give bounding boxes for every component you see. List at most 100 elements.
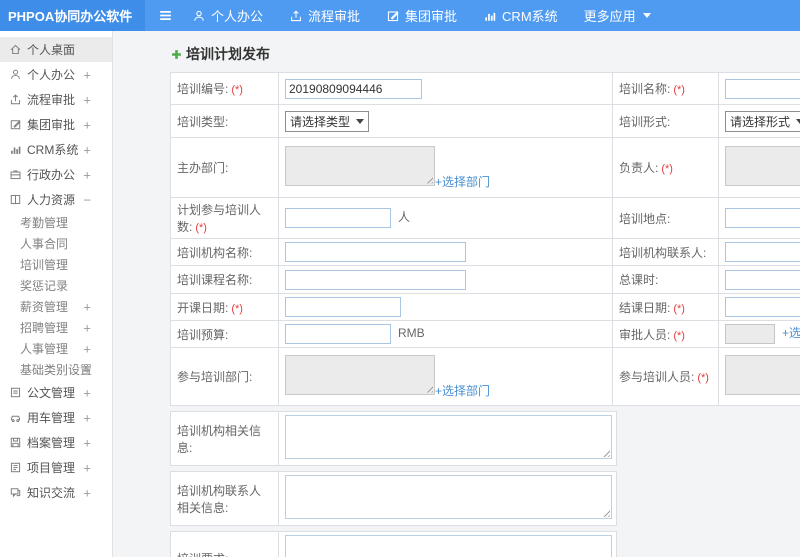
label-cell: 主办部门:	[170, 137, 279, 198]
field-cell	[278, 238, 613, 266]
hamburger-menu-button[interactable]	[157, 7, 174, 24]
expand-toggle[interactable]: +	[83, 411, 91, 424]
budget-field[interactable]	[285, 324, 391, 344]
expand-toggle[interactable]: +	[83, 93, 91, 106]
host-department-picker-link[interactable]: +选择部门	[435, 173, 490, 190]
field-label: 培训形式:	[619, 114, 671, 129]
sidebar-item-archive-mgmt[interactable]: 档案管理 +	[0, 430, 112, 455]
expand-toggle[interactable]: +	[83, 68, 91, 81]
expand-toggle[interactable]: +	[83, 168, 91, 181]
nav-item-label: 集团审批	[405, 9, 458, 24]
sidebar-item-knowledge-exchange[interactable]: 知识交流 +	[0, 480, 112, 505]
course-name-field[interactable]	[285, 269, 466, 290]
host-department-picker[interactable]	[285, 145, 435, 186]
edit-icon	[386, 9, 400, 23]
sidebar-item-vehicle-mgmt[interactable]: 用车管理 +	[0, 405, 112, 430]
nav-item-label: CRM系统	[502, 9, 558, 24]
form-row: 培训机构相关信息:	[170, 411, 617, 466]
nav-process-approval[interactable]: 流程审批	[289, 6, 360, 25]
nav-personal-office[interactable]: 个人办公	[192, 6, 263, 25]
sidebar-item-label: 项目管理	[27, 461, 76, 475]
sidebar-item-label: 薪资管理	[20, 300, 69, 314]
form-row: 培训要求:	[170, 531, 617, 557]
approver-picker-link[interactable]: +选择审批人员	[782, 326, 800, 340]
expand-toggle[interactable]: +	[83, 342, 91, 355]
select-value: 请选择形式	[730, 114, 791, 129]
total-hours-field[interactable]	[725, 269, 800, 290]
end-date-field[interactable]	[725, 297, 800, 317]
sidebar-item-training-mgmt[interactable]: 培训管理	[0, 254, 112, 275]
expand-toggle[interactable]: +	[83, 386, 91, 399]
sidebar-item-personal-office[interactable]: 个人办公 +	[0, 62, 112, 87]
training-type-select[interactable]: 请选择类型	[285, 110, 370, 132]
label-cell: 总课时:	[612, 265, 719, 294]
expand-toggle[interactable]: +	[83, 436, 91, 449]
field-cell: 请选择类型	[278, 104, 613, 138]
sidebar-item-crm-system[interactable]: CRM系统 +	[0, 137, 112, 162]
nav-more-apps[interactable]: 更多应用	[584, 6, 651, 25]
sidebar-item-personnel-mgmt[interactable]: 人事管理 +	[0, 338, 112, 359]
participating-departments-picker[interactable]	[285, 354, 435, 395]
approver-picker[interactable]	[725, 324, 775, 344]
label-cell: 参与培训部门:	[170, 347, 279, 406]
top-header: PHPOA协同办公软件 个人办公 流程审批 集团审批 CRM系统 更多应用	[0, 0, 800, 31]
planned-participants-field[interactable]	[285, 208, 391, 228]
training-name-field[interactable]	[725, 78, 800, 99]
expand-toggle[interactable]: +	[83, 300, 91, 313]
sidebar-item-salary-mgmt[interactable]: 薪资管理 +	[0, 296, 112, 317]
sidebar-item-personal-desktop[interactable]: 个人桌面	[0, 37, 112, 62]
sidebar-item-label: 个人办公	[27, 68, 76, 82]
expand-toggle[interactable]: +	[83, 143, 91, 156]
sidebar-item-label: 公文管理	[27, 386, 76, 400]
label-cell: 审批人员: (*)	[612, 320, 719, 348]
required-mark: (*)	[195, 222, 207, 234]
nav-crm-system[interactable]: CRM系统	[483, 6, 558, 25]
org-related-info-textarea[interactable]	[285, 415, 612, 459]
expand-toggle[interactable]: +	[83, 461, 91, 474]
project-icon	[8, 461, 22, 474]
book-icon	[8, 193, 22, 206]
expand-toggle[interactable]: +	[83, 118, 91, 131]
caret-down-icon	[642, 13, 651, 18]
training-no-field[interactable]	[285, 78, 422, 99]
training-location-field[interactable]	[725, 208, 800, 228]
training-form-select[interactable]: 请选择形式	[725, 110, 800, 132]
sidebar-item-process-approval[interactable]: 流程审批 +	[0, 87, 112, 112]
chat-icon	[8, 486, 22, 499]
expand-toggle[interactable]: +	[83, 321, 91, 334]
participating-departments-picker-link[interactable]: +选择部门	[435, 382, 490, 399]
nav-item-label: 更多应用	[583, 9, 636, 24]
leader-picker[interactable]	[725, 145, 800, 186]
nav-group-approval[interactable]: 集团审批	[386, 6, 457, 25]
sidebar-item-label: 档案管理	[27, 436, 76, 450]
sidebar-item-label: 集团审批	[27, 118, 76, 132]
sidebar-item-reward-punish-records[interactable]: 奖惩记录	[0, 275, 112, 296]
select-value: 请选择类型	[290, 114, 351, 129]
sidebar-item-group-approval[interactable]: 集团审批 +	[0, 112, 112, 137]
field-cell	[278, 411, 617, 466]
sidebar-item-admin-office[interactable]: 行政办公 +	[0, 162, 112, 187]
expand-toggle[interactable]: −	[83, 193, 91, 206]
field-cell: +选择参与人员	[718, 347, 800, 406]
field-label: 总课时:	[619, 273, 659, 287]
chart-icon	[8, 143, 22, 156]
expand-toggle[interactable]: +	[83, 486, 91, 499]
sidebar-item-project-mgmt[interactable]: 项目管理 +	[0, 455, 112, 480]
field-cell: 请选择形式	[718, 104, 800, 138]
start-date-field[interactable]	[285, 297, 401, 317]
label-cell: 培训类型:	[170, 104, 279, 138]
sidebar-item-attendance-mgmt[interactable]: 考勤管理	[0, 212, 112, 233]
sidebar-item-hr-contract[interactable]: 人事合同	[0, 233, 112, 254]
required-mark: (*)	[231, 302, 243, 315]
sidebar-item-base-category-settings[interactable]: 基础类别设置 +	[0, 359, 112, 380]
expand-toggle[interactable]: +	[83, 363, 91, 376]
sidebar-item-human-resources[interactable]: 人力资源 −	[0, 187, 112, 212]
sidebar-item-document-mgmt[interactable]: 公文管理 +	[0, 380, 112, 405]
training-org-contact-field[interactable]	[725, 242, 800, 262]
field-cell	[718, 72, 800, 105]
participants-picker[interactable]	[725, 354, 800, 395]
sidebar-item-recruit-mgmt[interactable]: 招聘管理 +	[0, 317, 112, 338]
training-org-name-field[interactable]	[285, 242, 466, 262]
training-requirements-textarea[interactable]	[285, 535, 612, 557]
org-contact-related-info-textarea[interactable]	[285, 475, 612, 519]
